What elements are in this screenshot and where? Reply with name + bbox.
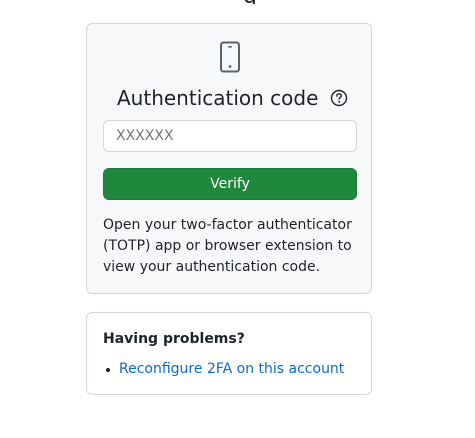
authentication-card: Authentication code Verify Open your two… bbox=[86, 23, 372, 294]
problems-links-list: Reconfigure 2FA on this account bbox=[103, 359, 344, 380]
having-problems-title: Having problems? bbox=[103, 331, 245, 347]
instructions-text: Open your two-factor authenticator (TOTP… bbox=[103, 217, 352, 275]
having-problems-card: Having problems? Reconfigure 2FA on this… bbox=[86, 312, 372, 395]
authentication-heading: Authentication code bbox=[117, 84, 348, 112]
two-factor-page: g Authentication code Verify Open your t… bbox=[0, 0, 475, 438]
authentication-code-input[interactable] bbox=[103, 120, 357, 152]
bullet-icon bbox=[106, 368, 110, 372]
question-circle-icon[interactable] bbox=[330, 89, 348, 107]
list-item: Reconfigure 2FA on this account bbox=[103, 359, 344, 380]
device-mobile-icon bbox=[220, 41, 240, 73]
verify-button[interactable]: Verify bbox=[103, 168, 357, 200]
page-title: g bbox=[243, 0, 263, 4]
authentication-title: Authentication code bbox=[117, 86, 319, 110]
reconfigure-2fa-link[interactable]: Reconfigure 2FA on this account bbox=[119, 361, 344, 377]
